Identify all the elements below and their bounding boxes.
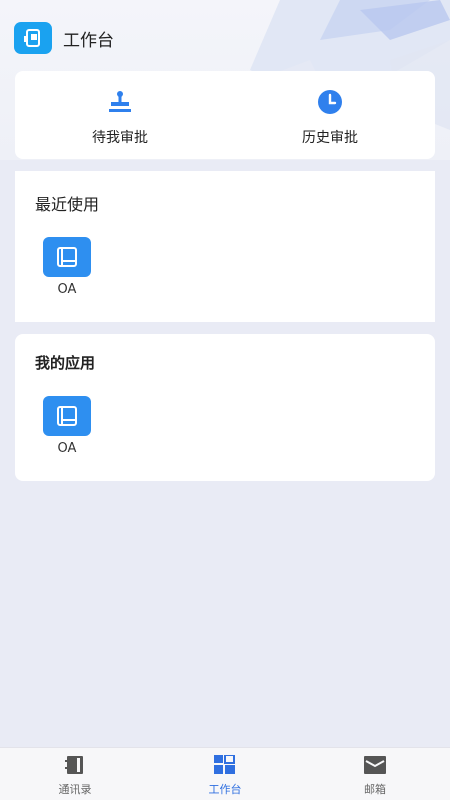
book-icon <box>43 396 91 436</box>
phone-doc-icon <box>14 22 52 54</box>
app-label: OA <box>57 282 77 297</box>
workbench-grid-icon <box>214 755 236 775</box>
tab-mail-label: 邮箱 <box>364 783 386 796</box>
history-approval-button[interactable]: 历史审批 <box>225 71 435 159</box>
clock-icon <box>315 89 345 115</box>
tab-workbench-label: 工作台 <box>208 783 242 796</box>
tab-mail[interactable]: 邮箱 <box>300 748 450 800</box>
app-header: 工作台 <box>14 22 114 54</box>
tab-contacts[interactable]: 通讯录 <box>0 748 150 800</box>
my-app-oa[interactable]: OA <box>43 396 91 456</box>
app-label: OA <box>57 441 77 456</box>
pending-approval-label: 待我审批 <box>92 130 148 146</box>
page-title: 工作台 <box>63 30 114 51</box>
contacts-book-icon <box>64 755 86 775</box>
mail-icon <box>364 755 386 775</box>
approvals-card: 待我审批 历史审批 <box>15 71 435 159</box>
book-icon <box>43 237 91 277</box>
bottom-tab-bar: 通讯录 工作台 邮箱 <box>0 747 450 800</box>
recent-section: 最近使用 OA <box>15 171 435 322</box>
my-apps-section-title: 我的应用 <box>35 354 96 372</box>
tab-workbench[interactable]: 工作台 <box>150 748 300 800</box>
my-apps-section: 我的应用 OA <box>15 334 435 481</box>
stamp-icon <box>105 89 135 115</box>
recent-section-title: 最近使用 <box>35 195 100 214</box>
recent-app-oa[interactable]: OA <box>43 237 91 297</box>
pending-approval-button[interactable]: 待我审批 <box>15 71 225 159</box>
tab-contacts-label: 通讯录 <box>58 783 92 796</box>
history-approval-label: 历史审批 <box>302 130 358 146</box>
